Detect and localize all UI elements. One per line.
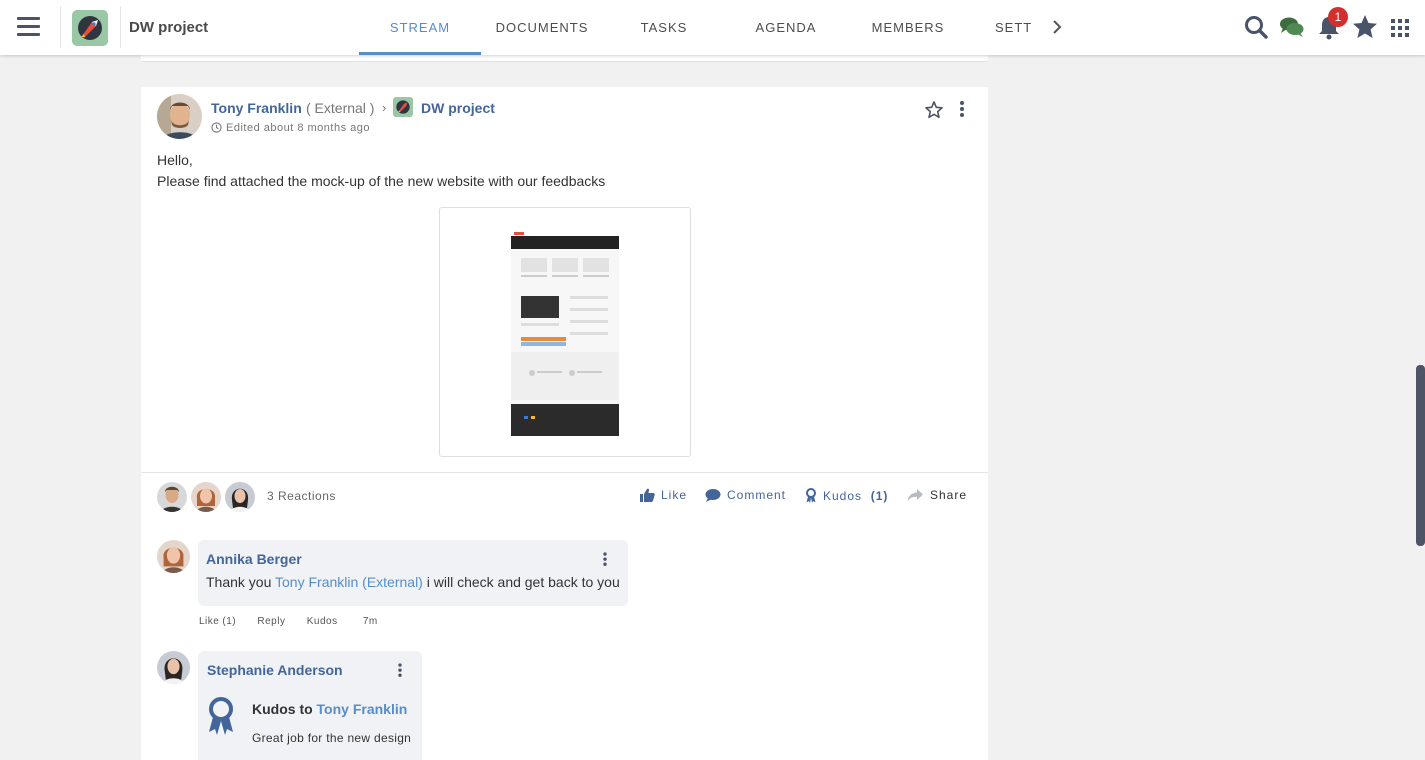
attachment-preview[interactable] bbox=[439, 207, 691, 457]
author-avatar[interactable] bbox=[157, 94, 202, 139]
comment-time: 7m bbox=[362, 616, 378, 627]
scrollbar-thumb[interactable] bbox=[1416, 365, 1425, 546]
comment-icon bbox=[705, 489, 721, 502]
comment-label: Comment bbox=[727, 488, 787, 502]
like-label: Like bbox=[661, 488, 688, 502]
comment-like-button[interactable]: Like (1) bbox=[199, 616, 236, 627]
share-icon bbox=[907, 489, 923, 502]
comment-text-part: Thank you bbox=[206, 574, 276, 590]
comment-author-avatar[interactable] bbox=[157, 540, 190, 573]
previous-activity-card bbox=[141, 55, 988, 62]
post-menu-icon[interactable] bbox=[959, 101, 965, 119]
award-icon bbox=[806, 488, 816, 503]
clock-icon bbox=[211, 122, 222, 133]
comment-menu-icon[interactable] bbox=[602, 552, 607, 567]
comment-author[interactable]: Stephanie Anderson bbox=[207, 662, 343, 678]
reactions-count[interactable]: 3 Reactions bbox=[267, 489, 336, 503]
like-button[interactable]: Like bbox=[640, 488, 687, 502]
post-body-line: Hello, bbox=[157, 152, 193, 168]
tab-agenda[interactable]: AGENDA bbox=[725, 0, 847, 55]
kudos-count: (1) bbox=[870, 489, 889, 503]
share-button[interactable]: Share bbox=[907, 488, 967, 502]
comment-button[interactable]: Comment bbox=[705, 488, 786, 502]
tab-members[interactable]: MEMBERS bbox=[847, 0, 969, 55]
reactor-avatar[interactable] bbox=[157, 482, 187, 512]
kudos-button[interactable]: Kudos (1) bbox=[805, 488, 888, 503]
space-logo[interactable] bbox=[72, 10, 108, 46]
comment-like-count: (1) bbox=[222, 616, 237, 627]
favorite-star-icon[interactable] bbox=[924, 100, 944, 120]
edited-label: Edited about 8 months ago bbox=[226, 122, 370, 134]
comment-author-avatar[interactable] bbox=[157, 651, 190, 684]
post-body-line: Please find attached the mock-up of the … bbox=[157, 173, 606, 189]
space-logo-small[interactable] bbox=[393, 97, 413, 117]
hamburger-icon[interactable] bbox=[17, 17, 40, 37]
space-title[interactable]: DW project bbox=[129, 19, 208, 36]
divider bbox=[120, 6, 121, 48]
comment-reply-button[interactable]: Reply bbox=[257, 616, 285, 627]
kudos-award-icon bbox=[206, 696, 236, 741]
comment-text: Thank you Tony Franklin (External) i wil… bbox=[206, 574, 620, 590]
thumbs-up-icon bbox=[640, 488, 655, 502]
tab-stream[interactable]: STREAM bbox=[359, 0, 481, 55]
kudos-comment-bubble: Stephanie Anderson Kudos to Tony Frankli… bbox=[198, 651, 422, 760]
tab-tasks[interactable]: TASKS bbox=[603, 0, 725, 55]
share-label: Share bbox=[930, 488, 968, 502]
post-space-link[interactable]: DW project bbox=[421, 100, 495, 116]
comment-author[interactable]: Annika Berger bbox=[206, 551, 302, 567]
search-icon[interactable] bbox=[1242, 13, 1270, 41]
comment-menu-icon[interactable] bbox=[397, 663, 402, 678]
edited-timestamp: Edited about 8 months ago bbox=[211, 122, 370, 134]
tab-documents[interactable]: DOCUMENTS bbox=[481, 0, 603, 55]
post-author[interactable]: Tony Franklin bbox=[211, 100, 302, 116]
mention-link[interactable]: Tony Franklin (External) bbox=[275, 574, 423, 590]
comment-text-part: i will check and get back to you bbox=[422, 574, 620, 590]
comment-bubble: Annika Berger Thank you Tony Franklin (E… bbox=[198, 540, 628, 606]
chevron-right-icon: › bbox=[382, 100, 387, 115]
comment-kudos-button[interactable]: Kudos bbox=[307, 616, 338, 627]
tab-settings[interactable]: SETT bbox=[969, 0, 1057, 55]
chevron-right-icon[interactable] bbox=[1049, 16, 1065, 38]
activity-card: Tony Franklin ( External ) › DW project … bbox=[141, 87, 988, 760]
kudos-target-link[interactable]: Tony Franklin bbox=[317, 701, 408, 717]
reactor-avatar[interactable] bbox=[225, 482, 255, 512]
comment-like-label: Like bbox=[199, 616, 220, 627]
kudos-label: Kudos bbox=[823, 489, 863, 503]
star-icon[interactable] bbox=[1351, 13, 1379, 41]
apps-grid-icon[interactable] bbox=[1386, 13, 1414, 41]
reactor-avatar[interactable] bbox=[191, 482, 221, 512]
comment-actions: Like (1) Reply Kudos 7m bbox=[199, 616, 396, 627]
notification-badge: 1 bbox=[1328, 7, 1348, 27]
kudos-title: Kudos to Tony Franklin bbox=[252, 701, 407, 717]
post-body: Hello, Please find attached the mock-up … bbox=[157, 150, 605, 192]
chat-icon[interactable] bbox=[1278, 13, 1306, 41]
divider bbox=[60, 6, 61, 48]
kudos-message: Great job for the new design bbox=[252, 731, 412, 745]
top-bar: DW project STREAM DOCUMENTS TASKS AGENDA… bbox=[0, 0, 1425, 55]
kudos-prefix: Kudos to bbox=[252, 701, 317, 717]
divider bbox=[141, 472, 988, 473]
external-tag: ( External ) bbox=[306, 100, 375, 116]
